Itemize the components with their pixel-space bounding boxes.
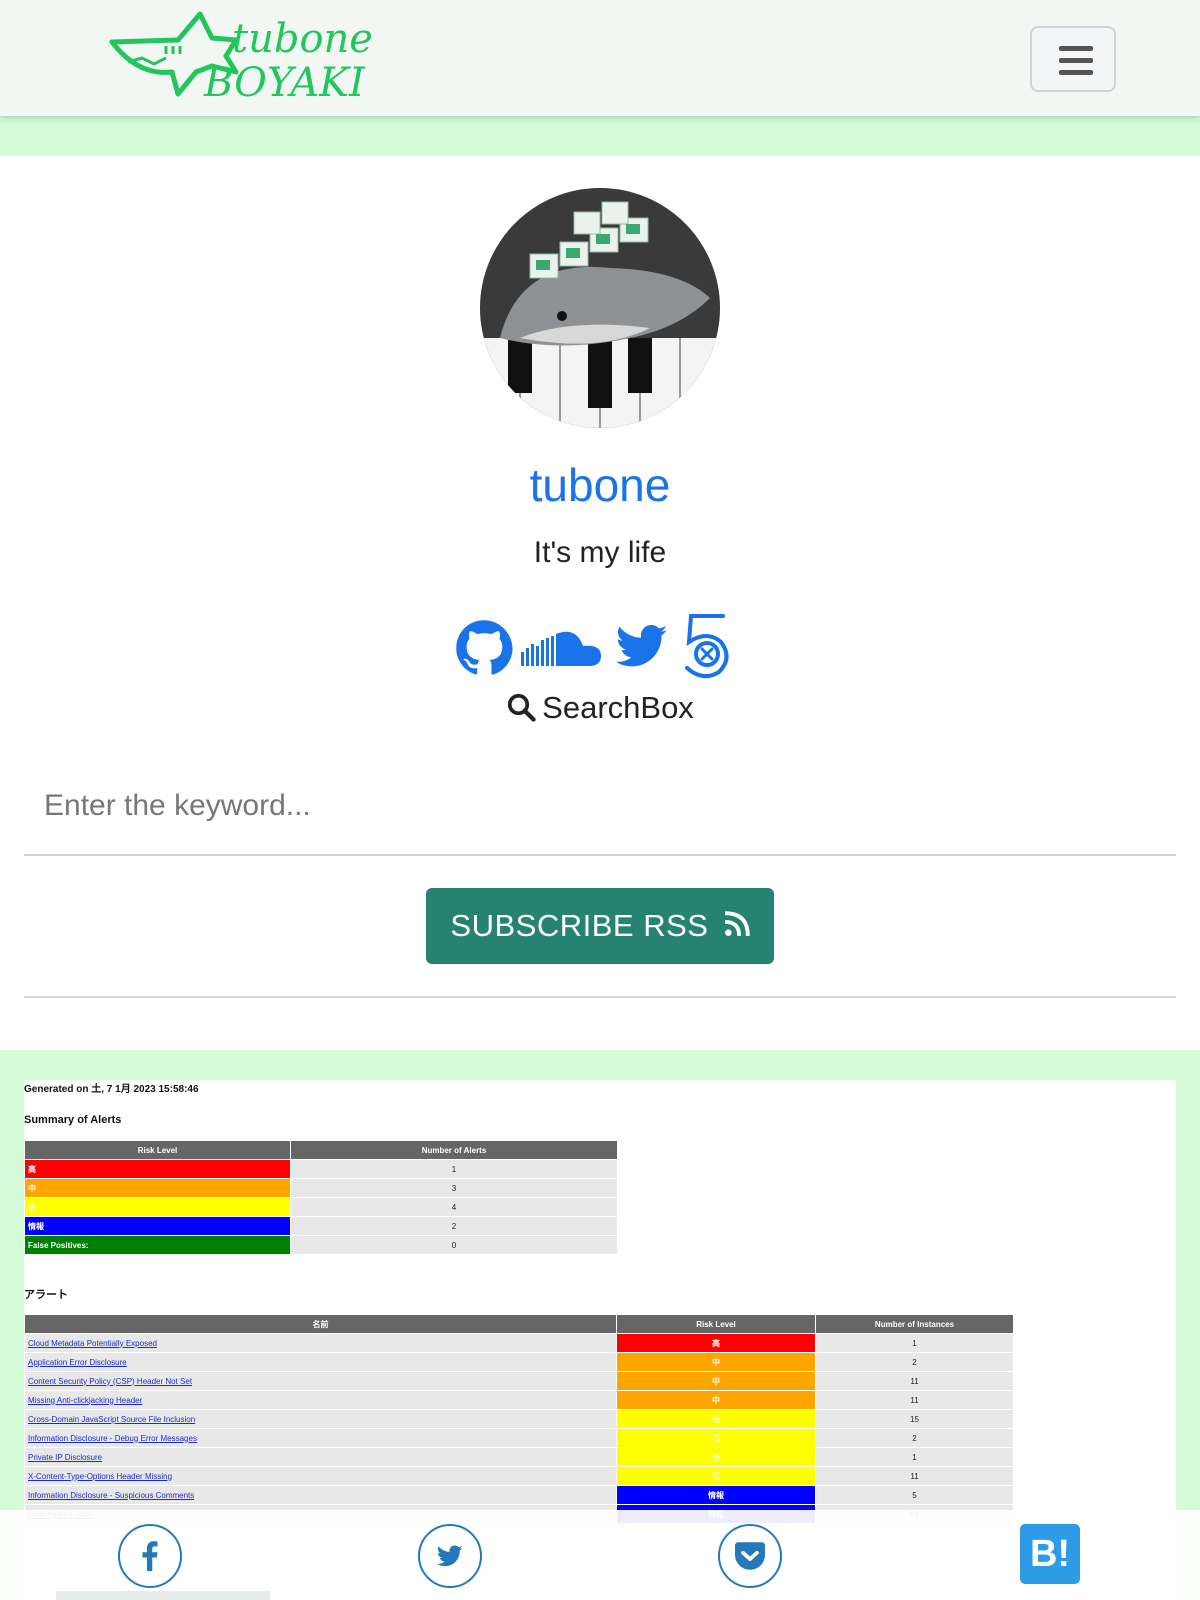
- summary-header: Number of Alerts: [290, 1140, 618, 1160]
- summary-risk-level: 高: [24, 1159, 291, 1179]
- alert-instance-count: 11: [815, 1466, 1014, 1486]
- search-icon: [508, 693, 536, 722]
- alert-risk-level: 低: [616, 1447, 816, 1467]
- alerts-table: 名前 Risk Level Number of Instances Cloud …: [24, 1314, 1014, 1524]
- alert-name-link[interactable]: Content Security Policy (CSP) Header Not…: [24, 1371, 617, 1391]
- alert-row: Missing Anti-clickjacking Header 中 11: [24, 1390, 1014, 1410]
- soundcloud-icon[interactable]: [521, 612, 603, 682]
- alert-instance-count: 15: [815, 1409, 1014, 1429]
- summary-header: Risk Level: [24, 1140, 291, 1160]
- alert-risk-level: 低: [616, 1428, 816, 1448]
- profile-name[interactable]: tubone: [0, 458, 1200, 512]
- alert-name-link[interactable]: Information Disclosure - Debug Error Mes…: [24, 1428, 617, 1448]
- summary-count: 1: [290, 1159, 618, 1179]
- alert-instance-count: 1: [815, 1447, 1014, 1467]
- alerts-header: 名前: [24, 1314, 617, 1334]
- alert-risk-level: 情報: [616, 1485, 816, 1505]
- hamburger-bar: [1059, 58, 1093, 63]
- svg-text:BOYAKI: BOYAKI: [203, 60, 366, 102]
- hamburger-bar: [1059, 70, 1093, 75]
- summary-row: 情報 2: [24, 1216, 618, 1236]
- social-links: [455, 612, 755, 682]
- search-input[interactable]: [24, 758, 1176, 856]
- avatar: [480, 188, 720, 428]
- svg-text:tubone: tubone: [232, 16, 373, 62]
- summary-risk-level: 低: [24, 1197, 291, 1217]
- summary-count: 2: [290, 1216, 618, 1236]
- summary-risk-level: 情報: [24, 1216, 291, 1236]
- summary-row: False Positives: 0: [24, 1235, 618, 1255]
- summary-count: 3: [290, 1178, 618, 1198]
- profile-tagline: It's my life: [533, 536, 667, 569]
- alert-name-link[interactable]: Missing Anti-clickjacking Header: [24, 1390, 617, 1410]
- share-hatena-bookmark-button[interactable]: B!: [1020, 1524, 1080, 1584]
- facebook-icon: [142, 1541, 158, 1571]
- summary-row: 中3: [24, 1178, 618, 1198]
- alert-row: Private IP Disclosure 低 1: [24, 1447, 1014, 1467]
- subscribe-rss-label: SUBSCRIBE RSS: [450, 908, 709, 943]
- hamburger-menu-icon: [1059, 46, 1093, 51]
- alert-name-link[interactable]: Cross-Domain JavaScript Source File Incl…: [24, 1409, 617, 1429]
- alert-risk-level: 中: [616, 1371, 816, 1391]
- hatena-bookmark-icon: B!: [1029, 1533, 1071, 1575]
- 500px-icon[interactable]: [679, 612, 735, 682]
- github-icon[interactable]: [455, 612, 513, 682]
- alert-row: X-Content-Type-Options Header Missing 低 11: [24, 1466, 1014, 1486]
- share-bar: B!: [0, 1510, 1200, 1600]
- site-logo[interactable]: tubone BOYAKI: [108, 10, 383, 106]
- alert-row: Cloud Metadata Potentially Exposed 高 1: [24, 1333, 1014, 1353]
- alert-row: Application Error Disclosure 中 2: [24, 1352, 1014, 1372]
- share-pocket-button[interactable]: [718, 1524, 782, 1588]
- alert-instance-count: 2: [815, 1428, 1014, 1448]
- subscribe-rss-button[interactable]: SUBSCRIBE RSS: [426, 888, 774, 964]
- report-alerts-heading: アラート: [24, 1289, 68, 1301]
- summary-row: 低4: [24, 1197, 618, 1217]
- search-heading-label: SearchBox: [542, 690, 694, 725]
- alert-name-link[interactable]: Private IP Disclosure: [24, 1447, 617, 1467]
- alert-name-link[interactable]: Application Error Disclosure: [24, 1352, 617, 1372]
- menu-toggle-button[interactable]: [1030, 26, 1116, 92]
- summary-risk-level: False Positives:: [24, 1235, 291, 1255]
- alert-instance-count: 1: [815, 1333, 1014, 1353]
- report-generated: Generated on 土, 7 1月 2023 15:58:46: [24, 1084, 199, 1095]
- alert-risk-level: 低: [616, 1466, 816, 1486]
- alert-row: Content Security Policy (CSP) Header Not…: [24, 1371, 1014, 1391]
- summary-table: Risk Level Number of Alerts 高 1 中 3 低 4 情報 2 Fal…: [24, 1140, 618, 1255]
- alert-row: Information Disclosure - Suspicious Comm…: [24, 1485, 1014, 1505]
- summary-count: 0: [290, 1235, 618, 1255]
- header-accent-band: [0, 116, 1200, 156]
- search-heading: SearchBox: [0, 690, 1200, 726]
- alert-instance-count: 11: [815, 1371, 1014, 1391]
- alerts-header: Risk Level: [616, 1314, 816, 1334]
- share-twitter-button[interactable]: [418, 1524, 482, 1588]
- alerts-header: Number of Instances: [815, 1314, 1014, 1334]
- divider: [24, 996, 1176, 998]
- alert-row: Cross-Domain JavaScript Source File Incl…: [24, 1409, 1014, 1429]
- report-summary-heading: Summary of Alerts: [24, 1114, 122, 1126]
- alert-instance-count: 11: [815, 1390, 1014, 1410]
- shark-logo-icon: tubone BOYAKI: [109, 11, 373, 106]
- summary-row: 高1: [24, 1159, 618, 1179]
- alert-risk-level: 中: [616, 1390, 816, 1410]
- alert-name-link[interactable]: Information Disclosure - Suspicious Comm…: [24, 1485, 617, 1505]
- share-facebook-button[interactable]: [118, 1524, 182, 1588]
- alert-risk-level: 高: [616, 1333, 816, 1353]
- alert-name-link[interactable]: Cloud Metadata Potentially Exposed: [24, 1333, 617, 1353]
- pocket-icon: [735, 1542, 765, 1570]
- alert-instance-count: 5: [815, 1485, 1014, 1505]
- rss-icon: [724, 911, 750, 937]
- twitter-icon[interactable]: [613, 612, 671, 682]
- alert-risk-level: 中: [616, 1352, 816, 1372]
- alert-row: Information Disclosure - Debug Error Mes…: [24, 1428, 1014, 1448]
- summary-risk-level: 中: [24, 1178, 291, 1198]
- alert-instance-count: 2: [815, 1352, 1014, 1372]
- twitter-icon: [436, 1545, 463, 1567]
- alert-name-link[interactable]: X-Content-Type-Options Header Missing: [24, 1466, 617, 1486]
- alert-risk-level: 低: [616, 1409, 816, 1429]
- scroll-indicator: [56, 1591, 270, 1600]
- summary-count: 4: [290, 1197, 618, 1217]
- navbar: tubone BOYAKI: [0, 0, 1200, 116]
